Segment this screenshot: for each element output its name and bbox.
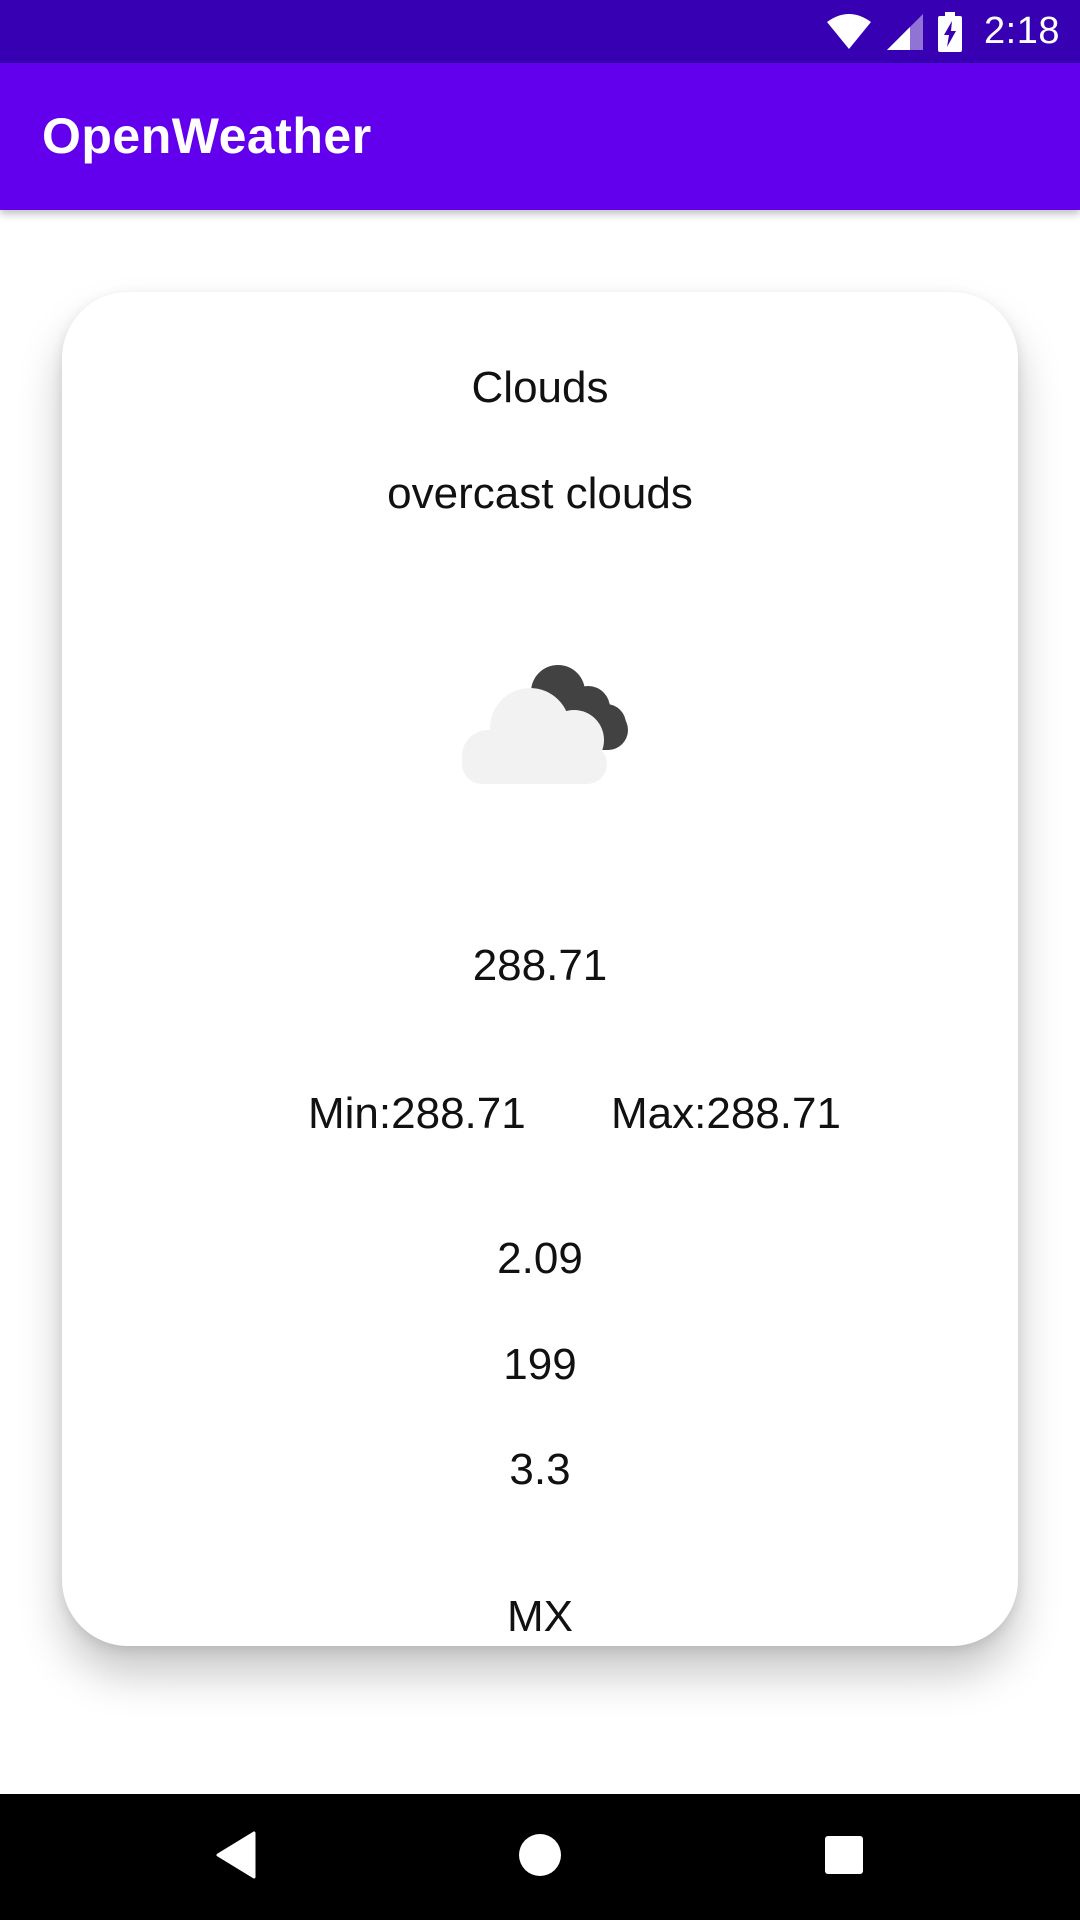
min-temperature: Min:288.71	[308, 1089, 526, 1138]
wind-speed: 2.09	[497, 1234, 583, 1283]
home-icon	[518, 1833, 562, 1882]
wind-direction: 199	[503, 1340, 577, 1389]
signal-icon	[886, 13, 924, 51]
back-button[interactable]	[166, 1794, 306, 1920]
overcast-clouds-icon	[448, 644, 640, 788]
home-button[interactable]	[470, 1794, 610, 1920]
back-icon	[214, 1831, 258, 1884]
navigation-bar	[0, 1794, 1080, 1920]
battery-charging-icon	[938, 11, 963, 52]
temperature: 288.71	[472, 941, 608, 990]
status-icons: 2:18	[826, 0, 1060, 63]
app-bar: OpenWeather	[0, 63, 1080, 210]
min-max-row: Min:288.71 Max:288.71	[62, 1086, 1018, 1142]
wifi-icon	[826, 13, 872, 50]
status-time: 2:18	[984, 10, 1060, 52]
weather-main: Clouds	[471, 363, 609, 412]
weather-card: Clouds overcast clouds 288.71 Min:288.71…	[62, 292, 1018, 1646]
wind-gust: 3.3	[509, 1445, 571, 1494]
max-temperature: Max:288.71	[611, 1089, 841, 1138]
recents-icon	[824, 1835, 864, 1880]
recents-button[interactable]	[774, 1794, 914, 1920]
weather-description: overcast clouds	[387, 469, 693, 518]
country-code: MX	[507, 1592, 573, 1641]
status-bar: 2:18	[0, 0, 1080, 63]
app-title: OpenWeather	[42, 108, 372, 164]
